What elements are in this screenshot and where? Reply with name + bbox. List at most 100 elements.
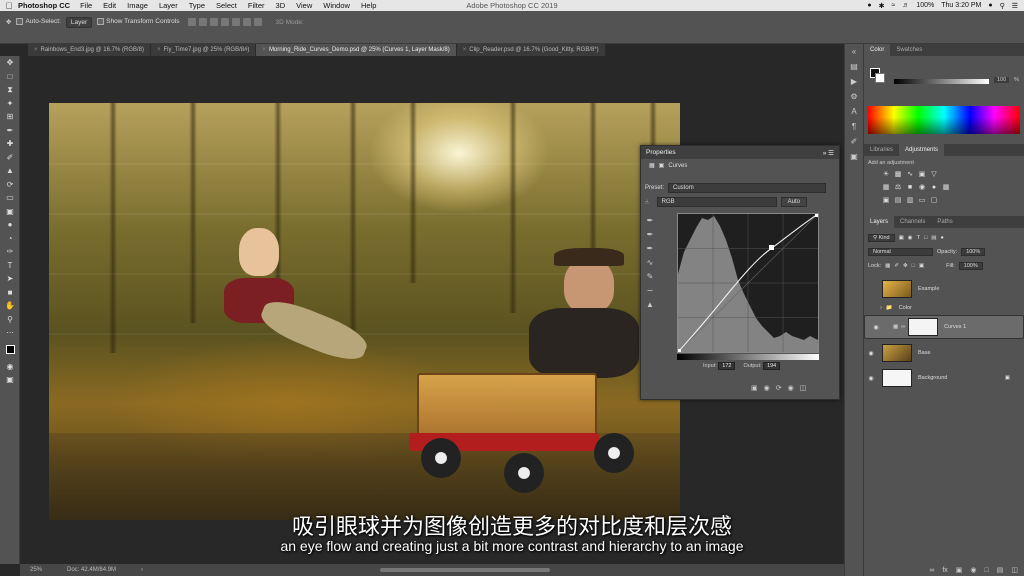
fill-field[interactable]: 100% xyxy=(958,262,983,270)
filter-type-icon[interactable]: T xyxy=(917,235,920,241)
doc-tab-morning-ride[interactable]: × Morning_Ride_Curves_Demo.psd @ 25% (Cur… xyxy=(256,44,457,56)
white-point-eyedropper-icon[interactable]: ✒ xyxy=(645,244,655,254)
input-value[interactable]: 172 xyxy=(718,362,736,370)
layer-row-base[interactable]: ◉ Base xyxy=(864,341,1024,365)
align-left-icon[interactable] xyxy=(221,18,230,26)
lock-transparent-icon[interactable]: ▦ xyxy=(885,263,890,269)
doc-size[interactable]: Doc: 42.4M/84.9M xyxy=(67,567,116,573)
layer-name[interactable]: Example xyxy=(918,286,939,292)
menu-help[interactable]: Help xyxy=(361,1,376,10)
layer-name[interactable]: Color xyxy=(899,305,912,311)
blur-icon[interactable]: ● xyxy=(0,218,20,232)
menu-layer[interactable]: Layer xyxy=(159,1,178,10)
tab-adjustments[interactable]: Adjustments xyxy=(899,144,945,156)
gray-value[interactable]: 100 xyxy=(994,77,1010,83)
horizontal-scrollbar[interactable] xyxy=(380,568,550,572)
visibility-icon[interactable]: ◉ xyxy=(864,375,878,382)
curve-point[interactable] xyxy=(769,245,774,250)
menu-edit[interactable]: Edit xyxy=(103,1,116,10)
healing-icon[interactable]: ✚ xyxy=(0,137,20,151)
opacity-field[interactable]: 100% xyxy=(961,248,986,256)
stamp-icon[interactable]: ▲ xyxy=(0,164,20,178)
lasso-icon[interactable]: ⧗ xyxy=(0,83,20,97)
quick-select-icon[interactable]: ✦ xyxy=(0,97,20,111)
menu-type[interactable]: Type xyxy=(189,1,205,10)
menu-select[interactable]: Select xyxy=(216,1,237,10)
new-adjustment-icon[interactable]: ◉ xyxy=(970,566,976,574)
move-tool-preset-icon[interactable]: ✥ xyxy=(6,18,11,26)
clipping-warning-icon[interactable]: ▲ xyxy=(645,300,655,310)
channel-dropdown[interactable]: RGB xyxy=(656,197,777,207)
bluetooth-icon[interactable]: ✱ xyxy=(879,2,885,10)
auto-select-checkbox[interactable]: Auto-Select: xyxy=(16,18,61,26)
black-white-icon[interactable]: ■ xyxy=(906,184,914,192)
menu-list-icon[interactable]: ☰ xyxy=(1012,2,1018,10)
hue-saturation-icon[interactable]: ▦ xyxy=(882,184,890,192)
path-select-icon[interactable]: ➤ xyxy=(0,272,20,286)
dodge-icon[interactable]: ◔ xyxy=(0,232,20,246)
color-balance-icon[interactable]: ⚖ xyxy=(894,184,902,192)
status-arrow-icon[interactable]: › xyxy=(141,567,143,573)
doc-tab-clip-reader[interactable]: × Clip_Reader.psd @ 16.7% (Good_Kitty, RG… xyxy=(456,44,606,56)
close-icon[interactable]: × xyxy=(34,47,38,53)
invert-icon[interactable]: ▣ xyxy=(882,197,890,205)
new-layer-icon[interactable]: ▤ xyxy=(997,566,1004,574)
gradient-icon[interactable]: ▣ xyxy=(0,205,20,219)
edit-points-icon[interactable]: ∿ xyxy=(645,258,655,268)
layer-row-example[interactable]: Example xyxy=(864,277,1024,301)
target-adjust-icon[interactable]: ☝ xyxy=(645,199,649,206)
volume-icon[interactable]: ♬ xyxy=(902,2,909,9)
screen-mode-icon[interactable]: ▣ xyxy=(0,373,20,387)
layer-row-color-group[interactable]: › 📁 Color xyxy=(864,301,1024,315)
eyedropper-icon[interactable]: ✒ xyxy=(0,124,20,138)
close-icon[interactable]: × xyxy=(262,47,266,53)
collapse-icon[interactable]: « xyxy=(845,44,863,59)
tab-layers[interactable]: Layers xyxy=(864,216,895,228)
lock-all-icon[interactable]: ▣ xyxy=(919,263,924,269)
exposure-icon[interactable]: ▣ xyxy=(918,171,926,179)
photo-filter-icon[interactable]: ◉ xyxy=(918,184,926,192)
lock-position-icon[interactable]: ✥ xyxy=(903,263,908,269)
eraser-icon[interactable]: ▭ xyxy=(0,191,20,205)
paragraph-icon[interactable]: ¶ xyxy=(845,119,863,134)
zoom-level[interactable]: 25% xyxy=(30,567,42,573)
tab-channels[interactable]: Channels xyxy=(894,216,931,228)
quick-mask-icon[interactable]: ◉ xyxy=(0,360,20,374)
group-expand-icon[interactable]: › xyxy=(880,305,882,311)
filter-pixel-icon[interactable]: ▣ xyxy=(899,235,904,241)
brushes-icon[interactable]: ✐ xyxy=(845,134,863,149)
align-top-icon[interactable] xyxy=(188,18,197,26)
menu-3d[interactable]: 3D xyxy=(276,1,286,10)
preset-dropdown[interactable]: Custom xyxy=(668,183,827,193)
gray-slider[interactable] xyxy=(894,79,989,84)
layer-mask-thumbnail[interactable] xyxy=(908,318,939,336)
layer-name[interactable]: Background xyxy=(918,375,947,381)
hand-icon[interactable]: ✋ xyxy=(0,299,20,313)
draw-curve-icon[interactable]: ✎ xyxy=(645,272,655,282)
align-middle-icon[interactable] xyxy=(199,18,208,26)
background-color[interactable] xyxy=(875,73,885,83)
filter-adjustment-icon[interactable]: ◉ xyxy=(908,235,913,241)
color-spectrum[interactable] xyxy=(868,106,1020,134)
filter-kind-dropdown[interactable]: ⚲ Kind xyxy=(868,234,895,242)
menu-filter[interactable]: Filter xyxy=(248,1,265,10)
app-name-menu[interactable]: Photoshop CC xyxy=(18,1,70,10)
user-icon[interactable]: ● xyxy=(988,2,992,9)
properties-icon[interactable]: ⚙ xyxy=(845,89,863,104)
battery-percent[interactable]: 100% xyxy=(916,2,934,9)
new-group-icon[interactable]: □ xyxy=(985,567,989,574)
doc-tab-fly-time[interactable]: × Fly_Time7.jpg @ 25% (RGB/8#) xyxy=(151,44,257,56)
filter-toggle-icon[interactable]: ● xyxy=(941,235,944,241)
move-icon[interactable]: ✥ xyxy=(0,56,20,70)
lock-artboard-icon[interactable]: □ xyxy=(912,263,915,269)
history-brush-icon[interactable]: ⟳ xyxy=(0,178,20,192)
brightness-contrast-icon[interactable]: ☀ xyxy=(882,171,890,179)
tab-libraries[interactable]: Libraries xyxy=(864,144,899,156)
levels-icon[interactable]: ▩ xyxy=(894,171,902,179)
filter-smart-icon[interactable]: ▤ xyxy=(931,235,936,241)
blend-mode-dropdown[interactable]: Normal xyxy=(868,248,933,256)
gradient-map-icon[interactable]: ▭ xyxy=(918,197,926,205)
visibility-icon[interactable]: ◉ xyxy=(864,350,878,357)
link-icon[interactable]: ∞ xyxy=(901,324,905,330)
vibrance-icon[interactable]: ▽ xyxy=(930,171,938,179)
